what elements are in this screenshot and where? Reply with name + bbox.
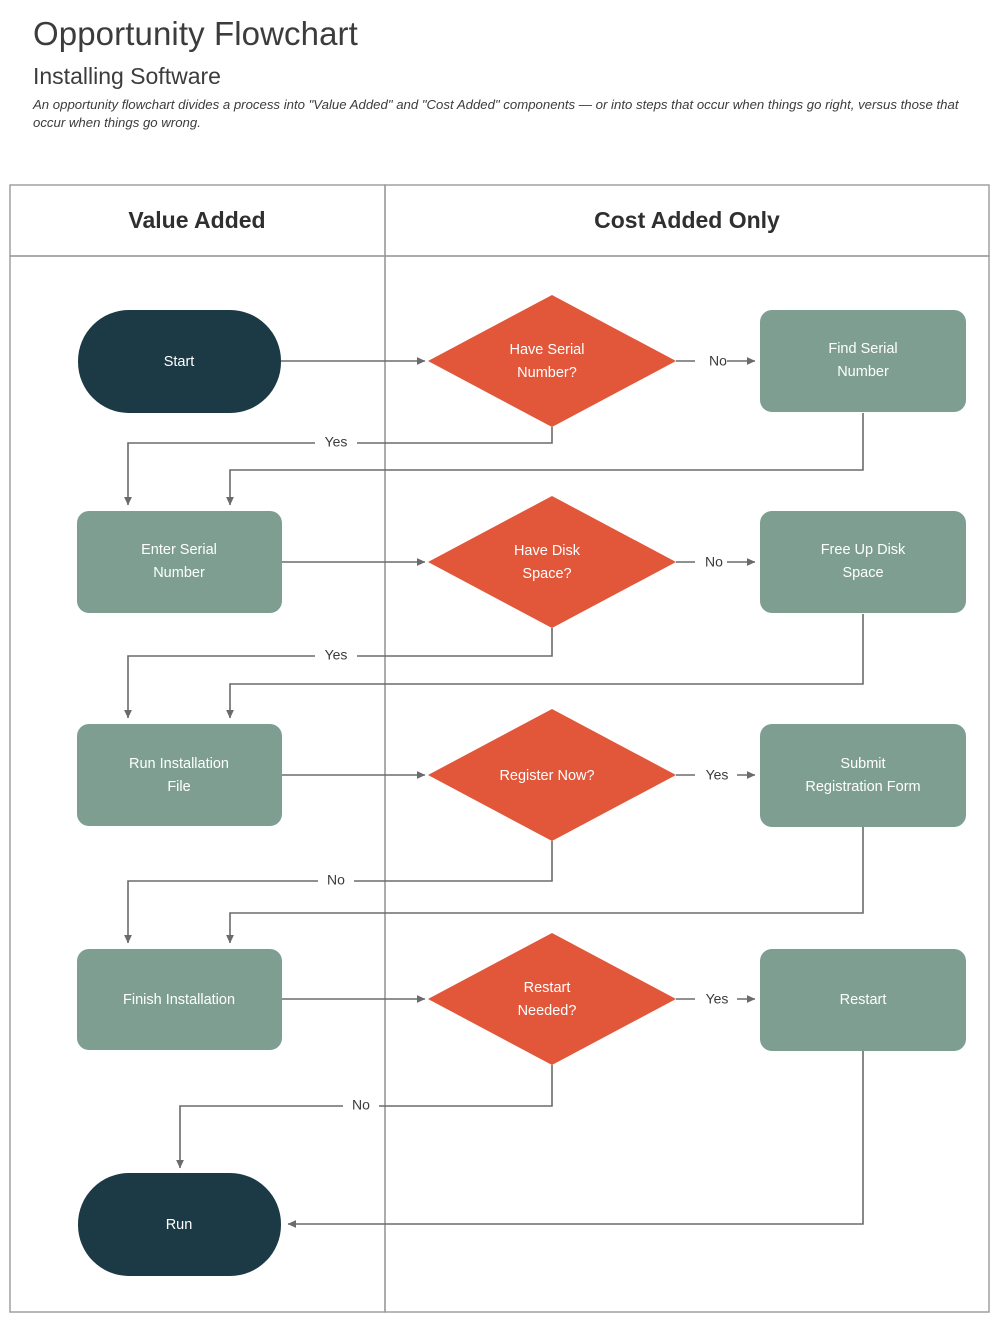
node-enter-serial[interactable]: Enter Serial Number	[77, 511, 282, 613]
node-have-disk[interactable]: Have Disk Space?	[428, 496, 676, 628]
node-label-restart-needed-line2: Needed?	[518, 1003, 577, 1019]
edge-restart-to-run	[287, 1051, 864, 1228]
node-shape-process[interactable]	[77, 511, 282, 613]
edge-have-disk-to-run-install	[124, 628, 553, 719]
node-label-find-serial-line2: Number	[837, 364, 889, 380]
node-label-free-disk-line1: Free Up Disk	[821, 542, 906, 558]
node-shape-decision[interactable]	[428, 496, 676, 628]
node-shape-process[interactable]	[760, 511, 966, 613]
node-label-have-serial-line1: Have Serial	[510, 342, 585, 358]
node-label-finish-install: Finish Installation	[123, 992, 235, 1008]
node-find-serial[interactable]: Find Serial Number	[760, 310, 966, 412]
node-shape-process[interactable]	[760, 724, 966, 827]
node-label-run: Run	[166, 1217, 193, 1233]
node-label-restart-needed-line1: Restart	[524, 980, 571, 996]
node-label-run-install-line1: Run Installation	[129, 756, 229, 772]
node-label-enter-serial-line2: Number	[153, 565, 205, 581]
edge-register-now-to-finish-install	[124, 841, 553, 944]
edge-label-register-now-yes: Yes	[706, 767, 729, 783]
node-restart[interactable]: Restart	[760, 949, 966, 1051]
edge-restart-needed-to-run	[176, 1065, 553, 1169]
edge-label-restart-needed-no: No	[352, 1097, 370, 1113]
node-label-have-disk-line2: Space?	[522, 566, 571, 582]
node-label-restart: Restart	[840, 992, 887, 1008]
node-label-find-serial-line1: Find Serial	[828, 341, 897, 357]
node-start[interactable]: Start	[78, 310, 281, 413]
edge-label-have-serial-yes: Yes	[325, 434, 348, 450]
node-label-enter-serial-line1: Enter Serial	[141, 542, 217, 558]
node-free-disk[interactable]: Free Up Disk Space	[760, 511, 966, 613]
node-label-run-install-line2: File	[167, 779, 190, 795]
edge-label-have-serial-no: No	[709, 353, 727, 369]
node-label-submit-reg-line2: Registration Form	[805, 779, 920, 795]
lane-title-value-added: Value Added	[128, 207, 265, 233]
node-shape-decision[interactable]	[428, 933, 676, 1065]
node-shape-process[interactable]	[760, 310, 966, 412]
node-label-free-disk-line2: Space	[842, 565, 883, 581]
node-shape-decision[interactable]	[428, 295, 676, 427]
flowchart-page: Opportunity Flowchart Installing Softwar…	[0, 0, 1000, 1324]
node-shape-process[interactable]	[77, 724, 282, 826]
node-register-now[interactable]: Register Now?	[428, 709, 676, 841]
node-label-start: Start	[164, 354, 195, 370]
node-finish-install[interactable]: Finish Installation	[77, 949, 282, 1050]
node-submit-reg[interactable]: Submit Registration Form	[760, 724, 966, 827]
node-label-have-disk-line1: Have Disk	[514, 543, 581, 559]
edge-label-have-disk-no: No	[705, 554, 723, 570]
node-have-serial[interactable]: Have Serial Number?	[428, 295, 676, 427]
edge-find-serial-to-enter-serial	[226, 413, 864, 506]
flowchart-canvas: Value Added Cost Added Only No Yes No Ye…	[9, 184, 990, 1313]
node-run[interactable]: Run	[78, 1173, 281, 1276]
node-label-have-serial-line2: Number?	[517, 365, 577, 381]
node-run-install[interactable]: Run Installation File	[77, 724, 282, 826]
edge-label-have-disk-yes: Yes	[325, 647, 348, 663]
edge-label-register-now-no: No	[327, 872, 345, 888]
edge-label-restart-needed-yes: Yes	[706, 991, 729, 1007]
lane-title-cost-added: Cost Added Only	[594, 207, 780, 233]
node-label-register-now: Register Now?	[499, 768, 594, 784]
node-restart-needed[interactable]: Restart Needed?	[428, 933, 676, 1065]
node-label-submit-reg-line1: Submit	[840, 756, 885, 772]
